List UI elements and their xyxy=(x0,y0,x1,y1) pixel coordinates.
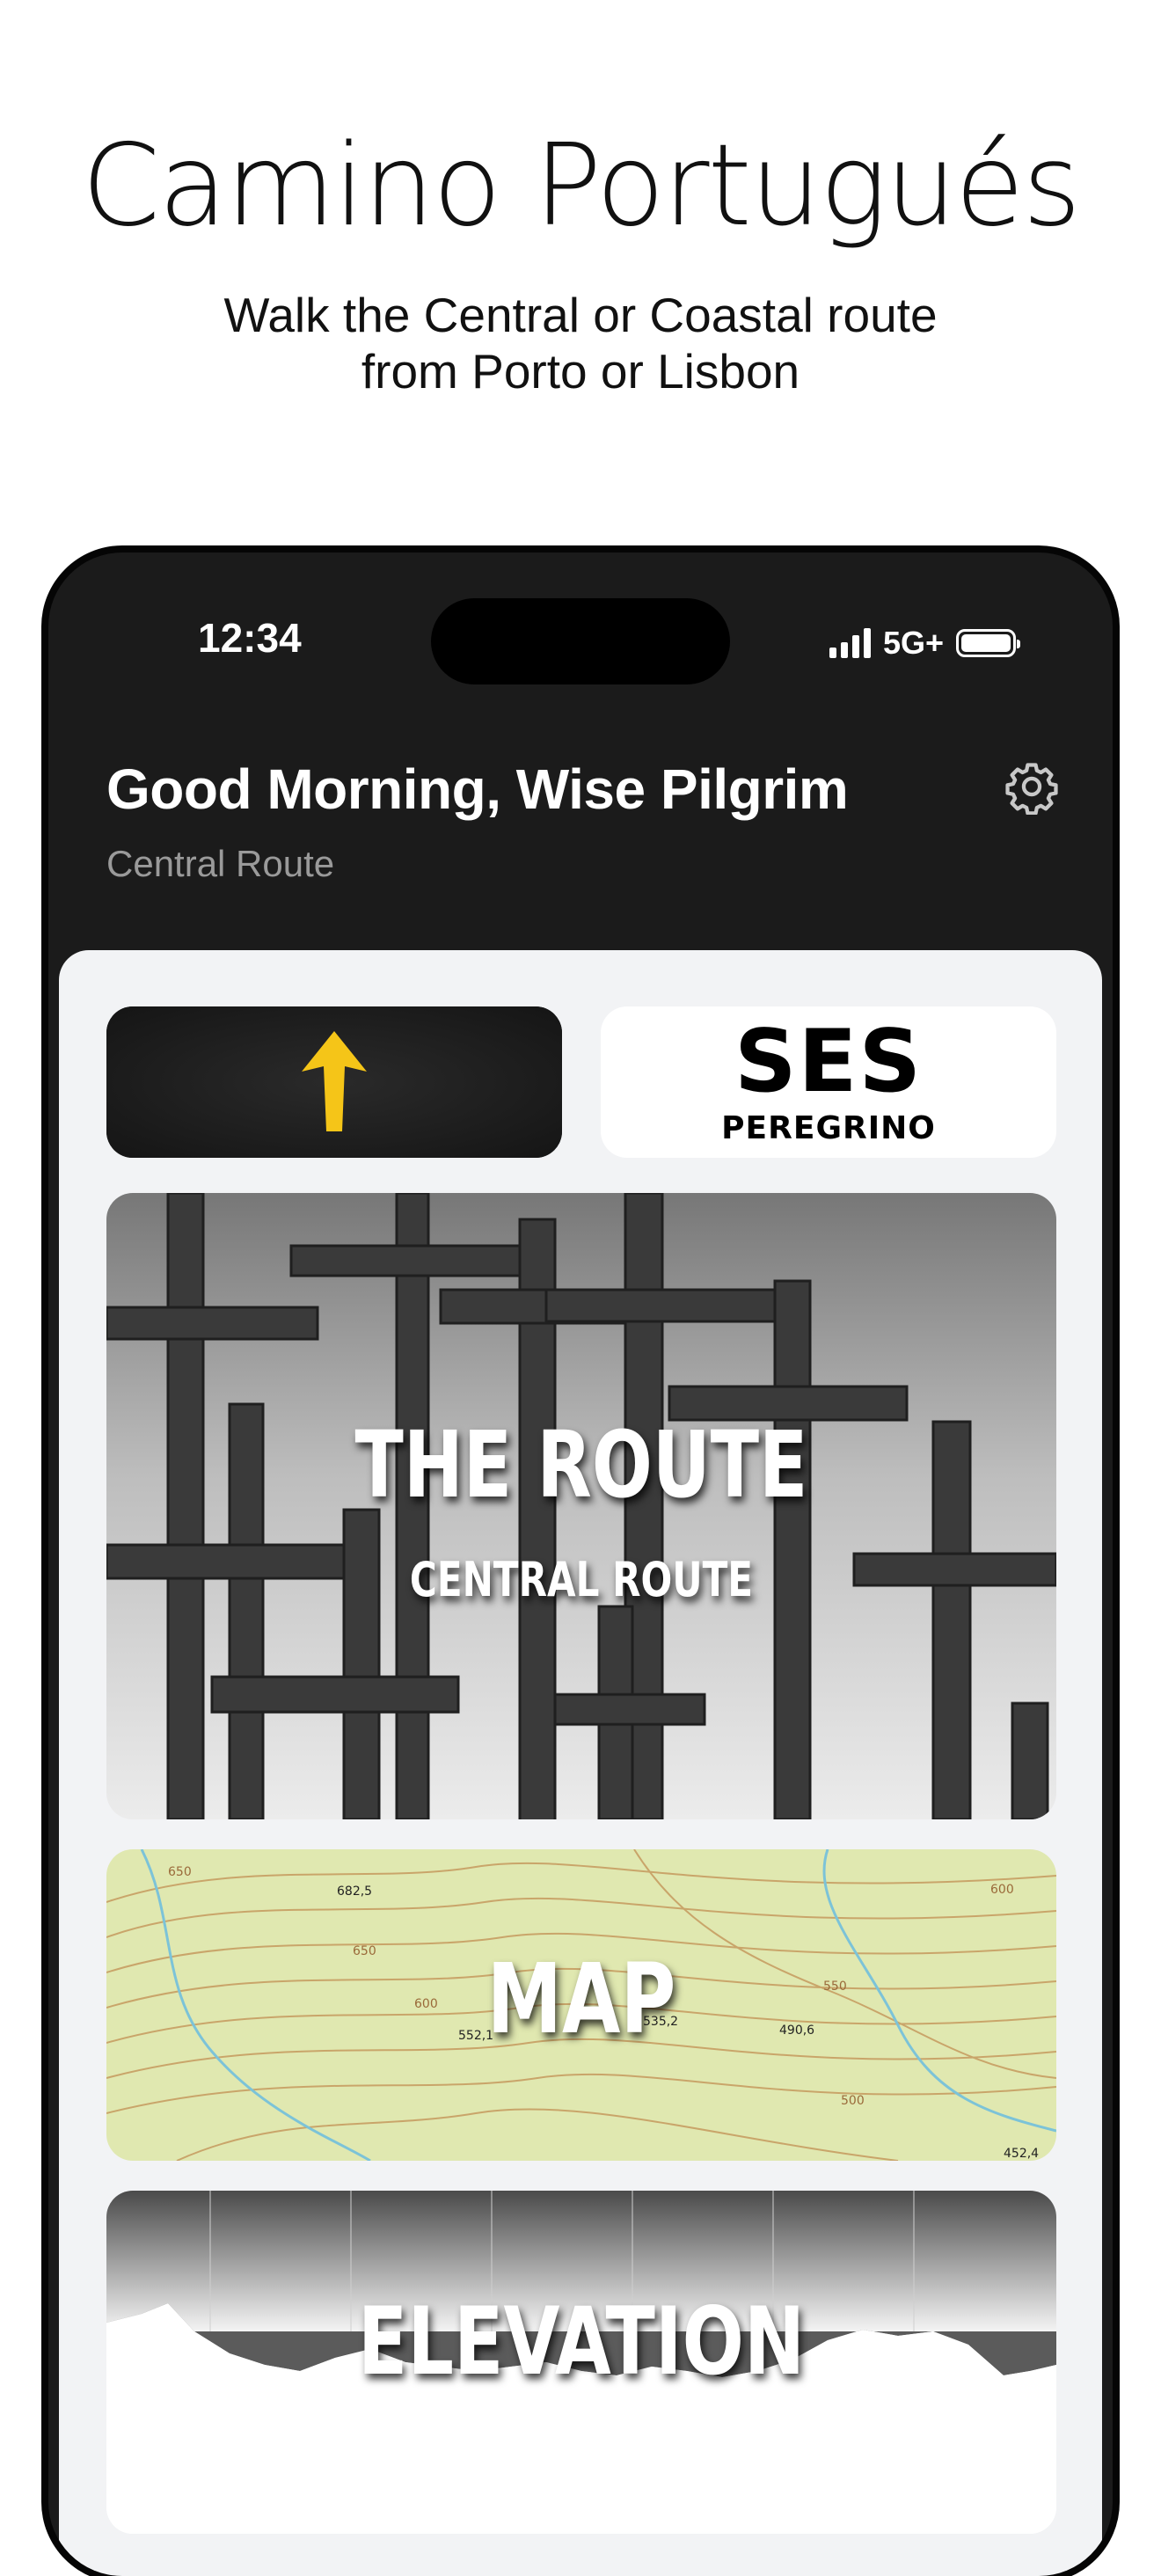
dynamic-island xyxy=(431,598,730,684)
ses-logo-title: SES xyxy=(734,1012,924,1112)
elevation-tile-title: ELEVATION xyxy=(357,2287,806,2396)
map-tile[interactable]: 682,5 650 650 600 552,1 535,2 490,6 550 … xyxy=(106,1849,1056,2161)
network-label: 5G+ xyxy=(882,625,944,661)
map-label: 500 xyxy=(841,2094,865,2108)
current-route-label: Central Route xyxy=(106,843,335,884)
yellow-arrow-icon xyxy=(106,1006,562,1158)
route-tile-title: THE ROUTE xyxy=(354,1411,808,1519)
subline-line-2: from Porto or Lisbon xyxy=(361,344,800,399)
ses-peregrino-tile[interactable]: SES PEREGRINO xyxy=(601,1006,1056,1158)
marketing-headline: Camino Portugués xyxy=(81,121,1081,252)
map-label: 600 xyxy=(990,1883,1014,1897)
subline-line-1: Walk the Central or Coastal route xyxy=(223,288,938,342)
map-label: 650 xyxy=(168,1865,192,1879)
home-content: SES PEREGRINO THE ROUTE CENTRAL ROUTE 68… xyxy=(59,950,1102,2576)
the-route-tile[interactable]: THE ROUTE CENTRAL ROUTE xyxy=(106,1193,1056,1819)
signal-icon xyxy=(829,628,871,658)
elevation-tile[interactable]: ELEVATION xyxy=(106,2191,1056,2534)
phone-frame: 12:34 5G+ Good Morning, Wise Pilgrim Cen… xyxy=(48,553,1113,2576)
gear-icon[interactable] xyxy=(1004,758,1060,815)
map-tile-title: MAP xyxy=(486,1943,676,2055)
ses-logo-subtitle: PEREGRINO xyxy=(721,1110,936,1146)
marketing-subline: Walk the Central or Coastal route from P… xyxy=(0,287,1161,399)
arrow-tile[interactable] xyxy=(106,1006,562,1158)
greeting-title: Good Morning, Wise Pilgrim xyxy=(106,757,849,821)
route-tile-subtitle: CENTRAL ROUTE xyxy=(409,1552,754,1607)
status-icons: 5G+ xyxy=(829,625,1020,662)
status-time: 12:34 xyxy=(198,615,302,661)
map-label: 682,5 xyxy=(337,1884,372,1899)
map-label: 452,4 xyxy=(1004,2147,1039,2161)
battery-icon xyxy=(956,629,1020,657)
